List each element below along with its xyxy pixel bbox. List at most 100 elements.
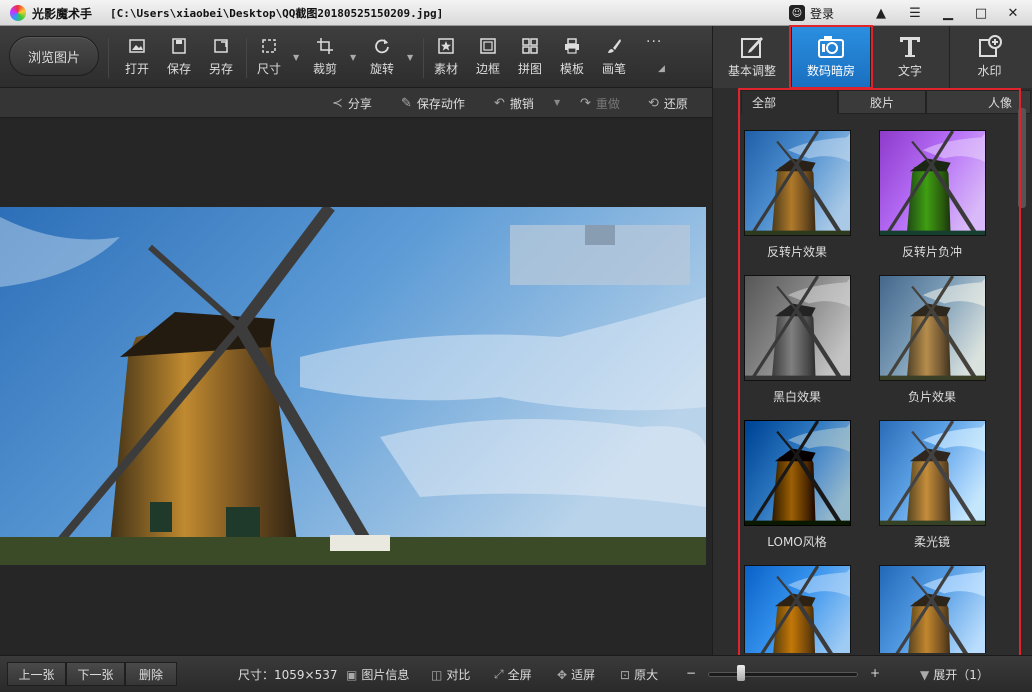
brush-button[interactable]: 画笔 (602, 36, 626, 80)
compare-button[interactable]: ◫ 对比 (431, 666, 470, 683)
share-button[interactable]: ≺ 分享 (332, 95, 372, 112)
resize-button[interactable]: 尺寸 (257, 36, 281, 80)
more-icon[interactable]: ··· (646, 34, 662, 50)
save-as-button[interactable]: 另存 (209, 36, 233, 80)
collage-label: 拼图 (518, 62, 543, 76)
undo-dropdown-icon[interactable]: ▼ (554, 98, 560, 107)
tab-film[interactable]: 胶片 (838, 90, 926, 114)
tab-text[interactable]: 文字 (871, 26, 950, 88)
crop-dropdown-icon[interactable]: ▼ (350, 53, 356, 62)
material-button[interactable]: 素材 (434, 36, 458, 80)
template-button[interactable]: 模板 (560, 36, 584, 80)
border-button[interactable]: 边框 (476, 36, 500, 80)
filter-item[interactable] (743, 565, 851, 653)
original-size-button[interactable]: ⊡ 原大 (620, 666, 658, 683)
expand-corner-icon[interactable]: ◢ (658, 64, 665, 74)
maximize-icon: □ (974, 5, 988, 21)
menu-button[interactable]: ☰ (900, 2, 930, 24)
image-size-text: 尺寸：1059×537 (238, 668, 338, 682)
crop-icon (316, 36, 334, 56)
minimize-button[interactable]: ▁ (933, 2, 963, 24)
browse-images-button[interactable]: 浏览图片 (9, 36, 99, 76)
filter-thumbnail (878, 275, 986, 381)
tab-all[interactable]: 全部 (741, 90, 839, 114)
restore-icon: ⟲ (648, 96, 659, 111)
crop-label: 裁剪 (313, 62, 338, 76)
next-image-button[interactable]: 下一张 (66, 662, 125, 686)
filter-item[interactable]: 反转片效果 (743, 130, 851, 260)
skin-button[interactable]: ▲ (866, 2, 896, 24)
crop-button[interactable]: 裁剪 (313, 36, 337, 80)
fit-screen-icon: ✥ (557, 667, 568, 682)
status-bar: 上一张 下一张 删除 尺寸：1059×537 ▣ 图片信息 ◫ 对比 ⤢ 全屏 ✥ 适屏… (0, 655, 1032, 692)
filter-label: 负片效果 (907, 390, 956, 404)
border-icon (479, 36, 497, 56)
tab-basic-adjust[interactable]: 基本调整 (713, 26, 792, 88)
share-icon: ≺ (332, 96, 343, 111)
original-size-label: 原大 (634, 668, 659, 682)
tab-text-label: 文字 (897, 64, 922, 78)
undo-icon: ↶ (494, 96, 505, 111)
zoom-slider-handle[interactable] (737, 665, 745, 681)
fit-screen-button[interactable]: ✥ 适屏 (557, 666, 595, 683)
filter-item[interactable]: 黑白效果 (743, 275, 851, 405)
printer-icon (563, 36, 581, 56)
filter-thumbnail (743, 565, 851, 653)
redo-button[interactable]: ↷ 重做 (580, 95, 620, 112)
filter-item[interactable]: 反转片负冲 (878, 130, 986, 260)
open-button[interactable]: 打开 (125, 36, 149, 80)
close-icon: ✕ (1007, 5, 1019, 21)
share-label: 分享 (347, 97, 372, 111)
zoom-out-button[interactable]: − (686, 666, 696, 680)
maximize-button[interactable]: □ (966, 2, 996, 24)
fullscreen-button[interactable]: ⤢ 全屏 (494, 666, 532, 683)
filter-thumbnail (878, 565, 986, 653)
filter-scrollbar[interactable] (1018, 108, 1026, 208)
collage-icon (521, 36, 539, 56)
expand-button[interactable]: ▼ 展开（1） (920, 666, 989, 683)
filter-label: 反转片效果 (766, 245, 827, 259)
filter-item[interactable]: 柔光镜 (878, 420, 986, 550)
edited-photo[interactable] (0, 207, 706, 565)
rotate-dropdown-icon[interactable]: ▼ (407, 53, 413, 62)
filter-item[interactable] (878, 565, 986, 653)
tab-watermark[interactable]: 水印 (950, 26, 1029, 88)
restore-button[interactable]: ⟲ 还原 (648, 95, 688, 112)
delete-button[interactable]: 删除 (125, 662, 177, 686)
file-path: [C:\Users\xiaobei\Desktop\QQ截图2018052515… (110, 7, 444, 20)
image-info-button[interactable]: ▣ 图片信息 (346, 666, 409, 683)
zoom-in-button[interactable]: + (870, 666, 880, 680)
filter-category-tabs: 全部 胶片 人像 (741, 90, 1031, 114)
compare-icon: ◫ (431, 667, 443, 682)
filter-thumbnail (878, 420, 986, 526)
image-info-icon: ▣ (346, 667, 358, 682)
filter-thumbnail (743, 420, 851, 526)
text-t-icon (897, 34, 923, 60)
expand-label: 展开（1） (933, 668, 989, 682)
fullscreen-icon: ⤢ (494, 667, 504, 681)
undo-label: 撤销 (509, 97, 534, 111)
resize-dropdown-icon[interactable]: ▼ (293, 53, 299, 62)
filter-label: 柔光镜 (913, 535, 950, 549)
tab-digital-darkroom[interactable]: 数码暗房 (792, 26, 871, 88)
close-button[interactable]: ✕ (998, 2, 1028, 24)
collage-button[interactable]: 拼图 (518, 36, 542, 80)
save-button[interactable]: 保存 (167, 36, 191, 80)
filter-grid: 反转片效果 反转片负冲 黑白效果 负片效果 LOMO风格 柔光镜 (741, 118, 1016, 653)
filter-item[interactable]: LOMO风格 (743, 420, 851, 550)
prev-image-button[interactable]: 上一张 (7, 662, 66, 686)
rotate-label: 旋转 (370, 62, 395, 76)
rotate-button[interactable]: 旋转 (370, 36, 394, 80)
divider (423, 38, 424, 78)
zoom-slider[interactable] (708, 672, 858, 677)
filter-item[interactable]: 负片效果 (878, 275, 986, 405)
border-label: 边框 (476, 62, 501, 76)
menu-down-icon: ☰ (909, 5, 921, 21)
tab-basic-adjust-label: 基本调整 (727, 64, 776, 78)
tab-portrait[interactable]: 人像 (925, 90, 1031, 114)
compare-label: 对比 (446, 668, 471, 682)
undo-button[interactable]: ↶ 撤销 (494, 95, 534, 112)
main-toolbar: 浏览图片 打开 保存 另存 尺寸 ▼ 裁剪 ▼ 旋转 ▼ 素材 边框 拼图 模板… (0, 26, 712, 88)
login-button[interactable]: ☺ 登录 (789, 3, 834, 23)
save-action-button[interactable]: ✎ 保存动作 (401, 95, 465, 112)
